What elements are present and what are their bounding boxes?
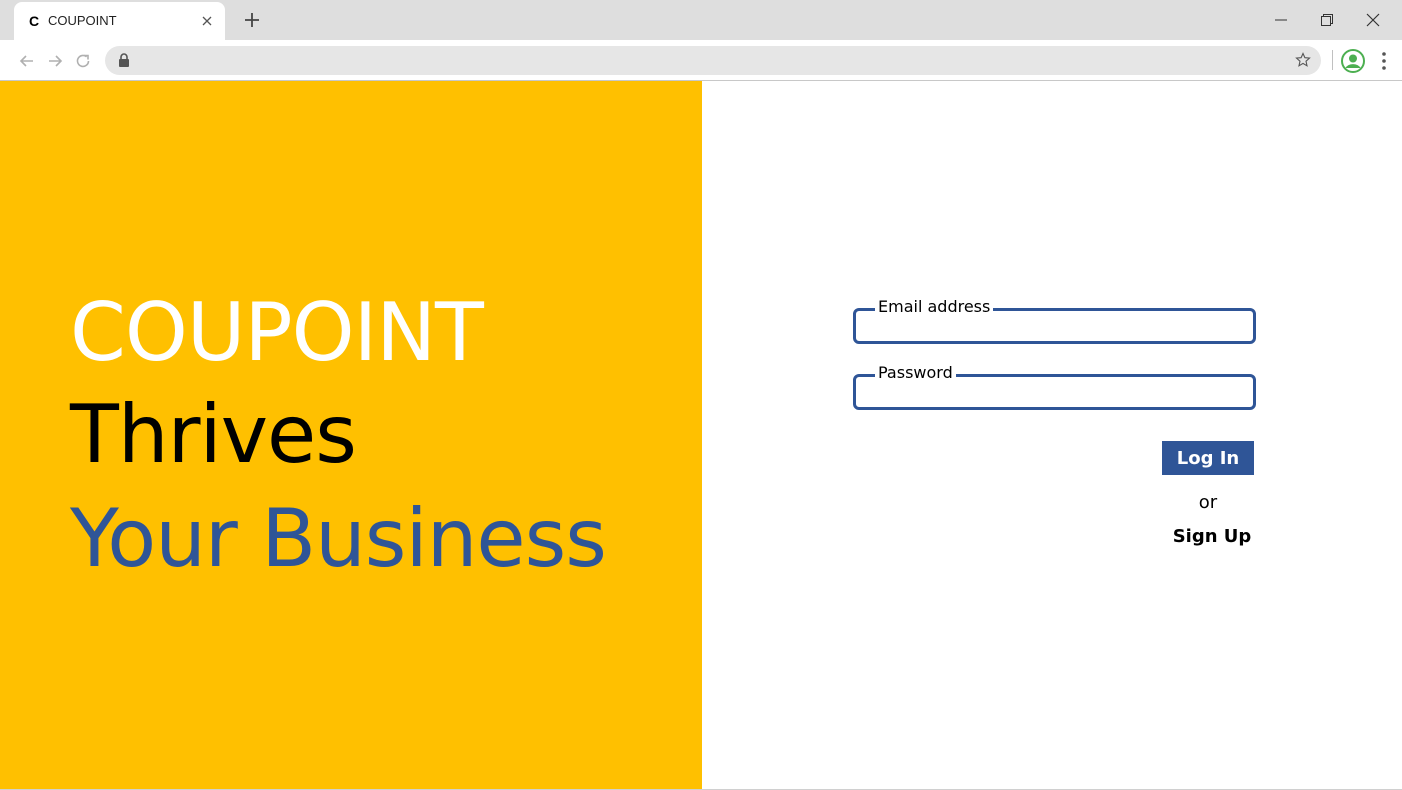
toolbar-separator <box>1332 50 1333 70</box>
address-bar[interactable] <box>105 46 1321 75</box>
hero-tagline-line-2: Your Business <box>70 492 607 585</box>
minimize-button[interactable] <box>1258 0 1304 40</box>
lock-icon <box>119 53 129 67</box>
login-button[interactable]: Log In <box>1162 441 1254 475</box>
site-favicon-icon: C <box>28 13 40 29</box>
profile-avatar-icon[interactable] <box>1341 49 1365 73</box>
browser-tab[interactable]: C COUPOINT <box>14 2 225 40</box>
bookmark-star-icon[interactable] <box>1295 52 1311 68</box>
reload-button[interactable] <box>72 50 94 72</box>
forward-arrow-icon <box>49 55 63 67</box>
password-label: Password <box>875 363 956 383</box>
close-icon <box>1366 13 1380 27</box>
back-button[interactable] <box>16 50 38 72</box>
new-tab-icon[interactable] <box>240 8 264 32</box>
tab-title: COUPOINT <box>48 13 117 28</box>
hero-tagline-line-1: Thrives <box>70 388 357 481</box>
browser-tabstrip: C COUPOINT <box>0 0 1402 40</box>
or-separator-text: or <box>1198 492 1218 513</box>
restore-button[interactable] <box>1304 0 1350 40</box>
back-arrow-icon <box>19 55 33 67</box>
reload-icon <box>76 54 90 68</box>
email-field[interactable]: Email address <box>853 297 1256 344</box>
email-label: Email address <box>875 297 994 317</box>
sign-up-link[interactable]: Sign Up <box>1162 526 1262 547</box>
browser-toolbar <box>0 40 1402 81</box>
hero-brand-name: COUPOINT <box>70 286 484 379</box>
page-content: COUPOINT Thrives Your Business Email add… <box>0 81 1402 790</box>
hero-panel: COUPOINT Thrives Your Business <box>0 81 702 789</box>
minimize-icon <box>1275 19 1287 21</box>
close-window-button[interactable] <box>1350 0 1396 40</box>
kebab-menu-icon[interactable] <box>1376 51 1392 71</box>
forward-button[interactable] <box>44 50 66 72</box>
restore-icon <box>1321 14 1333 26</box>
password-field[interactable]: Password <box>853 363 1256 410</box>
login-panel: Email address Password Log In or Sign Up <box>702 81 1402 789</box>
close-tab-icon[interactable] <box>199 13 215 29</box>
